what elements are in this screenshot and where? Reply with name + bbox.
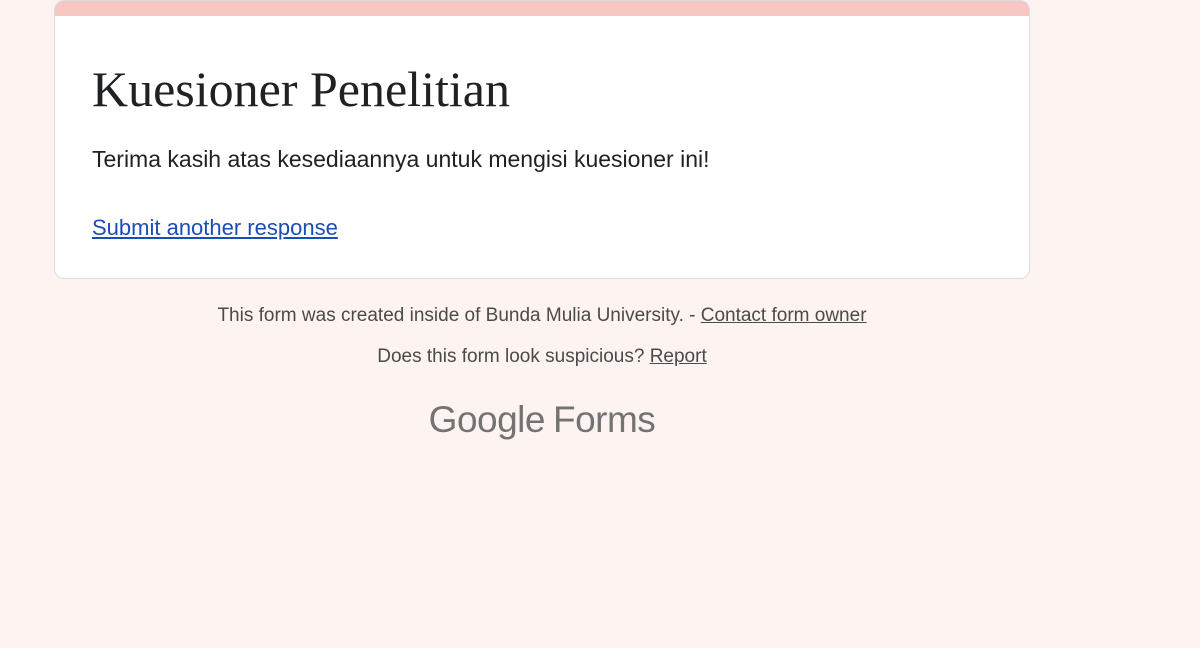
card-accent-bar (55, 1, 1029, 16)
report-link[interactable]: Report (650, 346, 707, 367)
confirmation-message: Terima kasih atas kesediaannya untuk men… (92, 146, 710, 172)
submit-another-response-link[interactable]: Submit another response (92, 213, 338, 243)
google-forms-logo[interactable]: Google Forms (54, 396, 1030, 444)
confirmation-card: Kuesioner Penelitian Terima kasih atas k… (54, 0, 1030, 279)
form-origin-text: This form was created inside of Bunda Mu… (217, 305, 701, 326)
logo-google-word: Google (428, 399, 546, 440)
contact-form-owner-link[interactable]: Contact form owner (701, 305, 867, 326)
form-title: Kuesioner Penelitian (92, 61, 510, 117)
logo-forms-word: Forms (552, 399, 656, 440)
suspicious-question-text: Does this form look suspicious? (377, 346, 650, 367)
form-origin-notice: This form was created inside of Bunda Mu… (54, 302, 1030, 330)
abuse-report-notice: Does this form look suspicious? Report (54, 343, 1030, 371)
form-confirmation-page: Kuesioner Penelitian Terima kasih atas k… (0, 0, 1200, 648)
